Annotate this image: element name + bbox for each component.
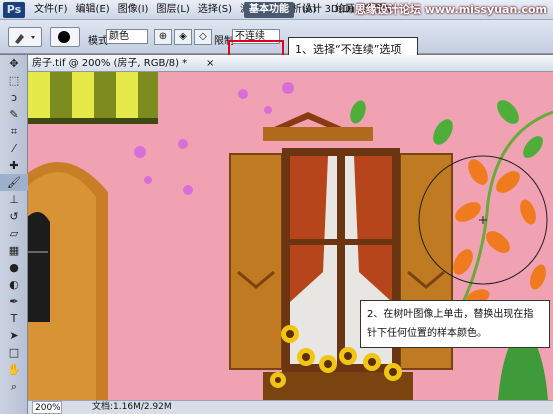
lasso-tool-icon[interactable]: ↄ: [0, 89, 28, 106]
crop-tool-icon[interactable]: ⌗: [0, 123, 28, 140]
dodge-tool-icon[interactable]: ◐: [0, 276, 28, 293]
tools-panel: ✥ ⬚ ↄ ✎ ⌗ ⁄ ✚ 🖌 ⊥ ↺ ▱ ▦ ● ◐ ✒ T ➤ □ ✋ ⌕: [0, 55, 28, 414]
sampling-once-icon[interactable]: ◈: [174, 29, 192, 45]
hand-tool-icon[interactable]: ✋: [0, 361, 28, 378]
menu-select[interactable]: 选择(S): [194, 0, 236, 20]
menu-edit[interactable]: 编辑(E): [72, 0, 114, 20]
path-select-tool-icon[interactable]: ➤: [0, 327, 28, 344]
brush-preset-picker[interactable]: [50, 27, 80, 47]
gradient-tool-icon[interactable]: ▦: [0, 242, 28, 259]
menu-image[interactable]: 图像(I): [114, 0, 153, 20]
workspace-essentials-button[interactable]: 基本功能: [244, 2, 294, 18]
menu-file[interactable]: 文件(F): [30, 0, 72, 20]
sampling-continuous-icon[interactable]: ⊕: [154, 29, 172, 45]
eraser-tool-icon[interactable]: ▱: [0, 225, 28, 242]
callout-step-2: 2、在树叶图像上单击，替换出现在指针下任何位置的样本颜色。: [360, 300, 550, 348]
type-tool-icon[interactable]: T: [0, 310, 28, 327]
zoom-field[interactable]: 200%: [32, 401, 62, 414]
close-icon[interactable]: ×: [206, 55, 214, 72]
mode-select[interactable]: 颜色: [106, 29, 148, 44]
document-info: 文档:1.16M/2.92M: [92, 402, 172, 412]
zoom-tool-icon[interactable]: ⌕: [0, 378, 28, 395]
status-bar: 200% 文档:1.16M/2.92M: [28, 400, 553, 414]
history-brush-tool-icon[interactable]: ↺: [0, 208, 28, 225]
quick-select-tool-icon[interactable]: ✎: [0, 106, 28, 123]
photoshop-logo: Ps: [3, 2, 25, 18]
house-illustration: [28, 72, 553, 400]
shape-tool-icon[interactable]: □: [0, 344, 28, 361]
blur-tool-icon[interactable]: ●: [0, 259, 28, 276]
healing-brush-tool-icon[interactable]: ✚: [0, 157, 28, 174]
document-tab-title: 房子.tif @ 200% (房子, RGB/8) *: [32, 58, 188, 69]
awning-graphic: [28, 72, 158, 124]
marquee-tool-icon[interactable]: ⬚: [0, 72, 28, 89]
move-tool-icon[interactable]: ✥: [0, 55, 28, 72]
sampling-background-icon[interactable]: ◇: [194, 29, 212, 45]
eyedropper-tool-icon[interactable]: ⁄: [0, 140, 28, 157]
workspace-design-button[interactable]: 设计: [297, 2, 327, 18]
menu-layer[interactable]: 图层(L): [152, 0, 193, 20]
image-canvas[interactable]: [28, 72, 553, 400]
pen-tool-icon[interactable]: ✒: [0, 293, 28, 310]
site-watermark: 思缘设计论坛 www.missyuan.com: [354, 3, 547, 16]
menu-bar: Ps 文件(F) 编辑(E) 图像(I) 图层(L) 选择(S) 滤镜(T) 分…: [0, 0, 553, 20]
document-tab[interactable]: 房子.tif @ 200% (房子, RGB/8) * ×: [28, 55, 553, 72]
tool-preset-picker[interactable]: [8, 27, 42, 47]
brush-tool-icon[interactable]: 🖌: [0, 174, 28, 191]
clone-stamp-tool-icon[interactable]: ⊥: [0, 191, 28, 208]
arched-door-graphic: [28, 162, 108, 400]
color-replacement-icon: [15, 34, 35, 44]
brush-tip-icon: [58, 31, 70, 43]
